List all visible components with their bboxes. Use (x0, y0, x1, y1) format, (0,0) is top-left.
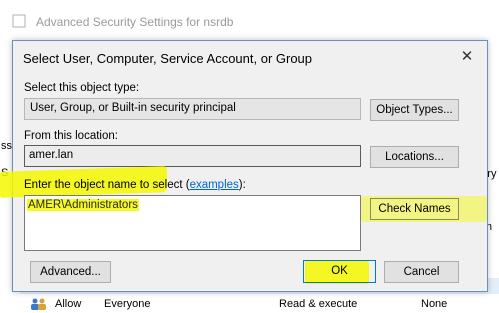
principal: Everyone (104, 298, 151, 310)
location-label: From this location: (24, 130, 118, 142)
background-window-title: Advanced Security Settings for nsrdb (36, 15, 234, 29)
object-name-label: Enter the object name to select (example… (24, 179, 246, 191)
object-name-label-suffix: ): (238, 179, 246, 191)
object-types-button[interactable]: Object Types... (370, 99, 459, 121)
background-fragment-left: ss (1, 140, 12, 152)
advanced-button[interactable]: Advanced... (30, 261, 111, 283)
object-names-value: AMER\Administrators (27, 199, 139, 211)
cancel-button[interactable]: Cancel (384, 261, 459, 283)
location-field: amer.lan (24, 145, 361, 167)
select-principal-dialog: Select User, Computer, Service Account, … (0, 40, 488, 292)
inherited-from: None (421, 298, 448, 310)
check-names-button[interactable]: Check Names (370, 198, 459, 220)
object-type-label: Select this object type: (24, 82, 140, 94)
object-names-input[interactable]: AMER\Administrators (24, 195, 361, 251)
ok-button[interactable]: OK (303, 260, 376, 283)
app-icon (12, 14, 26, 28)
examples-link[interactable]: examples (190, 179, 239, 191)
object-name-label-text: Enter the object name to select ( (24, 179, 190, 191)
users-icon (31, 298, 46, 310)
locations-button[interactable]: Locations... (370, 146, 459, 168)
background-titlebar: Advanced Security Settings for nsrdb (0, 0, 499, 40)
permission: Read & execute (279, 298, 358, 310)
object-type-field: User, Group, or Built-in security princi… (24, 98, 361, 120)
close-button[interactable]: ✕ (455, 47, 479, 67)
dialog-title: Select User, Computer, Service Account, … (23, 51, 313, 66)
permission-row[interactable]: Allow Everyone Read & execute None (0, 296, 499, 313)
close-icon: ✕ (460, 48, 474, 65)
access-type: Allow (55, 298, 82, 310)
